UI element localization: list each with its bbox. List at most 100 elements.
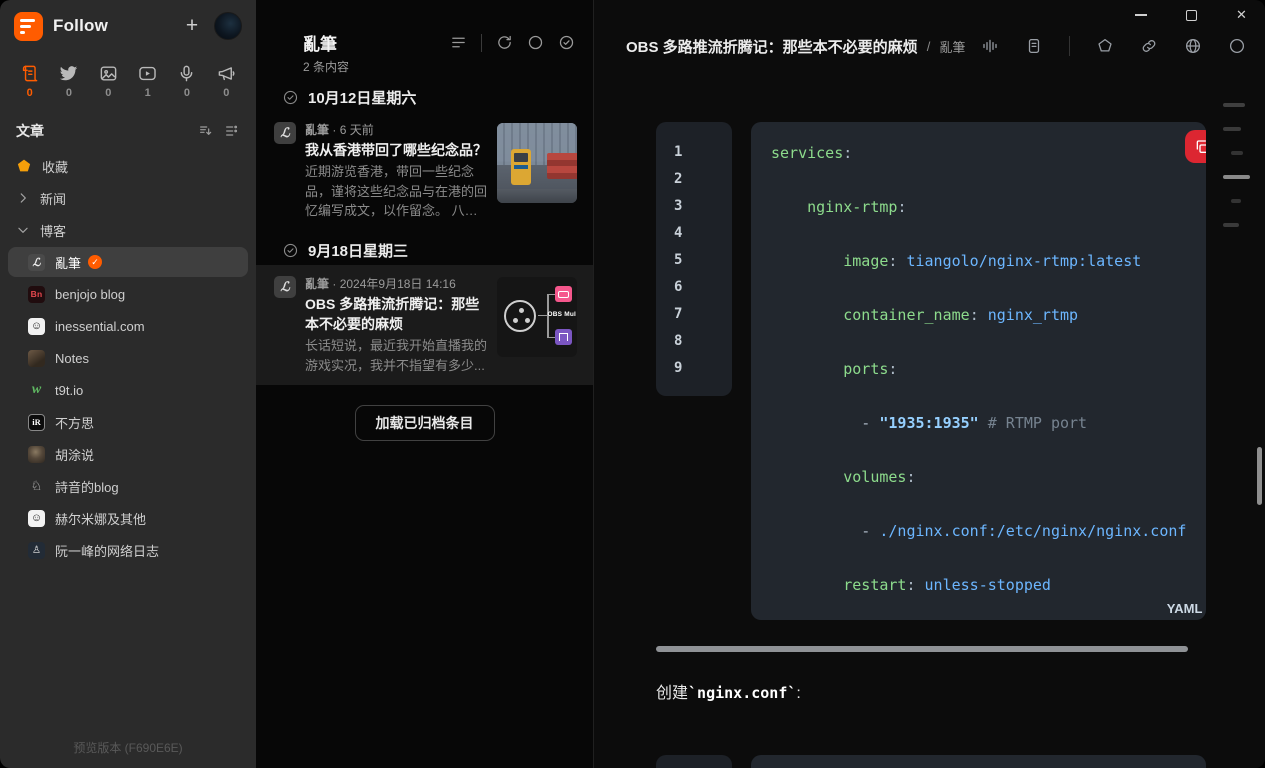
close-button[interactable]: ✕ <box>1216 0 1265 30</box>
category-count: 0 <box>105 87 111 99</box>
sidebar-feed-hermina[interactable]: ☺ 赫尔米娜及其他 <box>8 503 248 533</box>
entry-item-obs[interactable]: ℒ 亂筆 · 2024年9月18日 14:16 OBS 多路推流折腾记：那些本不… <box>256 265 593 386</box>
entry-excerpt: 近期游览香港，带回一些纪念品，谨将这些纪念品与在港的回忆编写成文，以作留念。 八… <box>305 162 488 221</box>
follow-logo-icon <box>14 12 43 41</box>
entry-title: OBS 多路推流折腾记：那些本不必要的麻烦 <box>305 294 488 335</box>
bilibili-icon <box>555 286 572 302</box>
user-avatar[interactable] <box>214 12 242 40</box>
code-line: ports: <box>771 342 1186 396</box>
toc-item-active[interactable] <box>1223 175 1250 179</box>
date-group-header: 10月12日星期六 <box>256 85 593 109</box>
divider <box>1069 36 1070 56</box>
entry-meta: 亂筆 · 6 天前 <box>305 121 488 138</box>
entry-feed-icon: ℒ <box>274 276 296 298</box>
breadcrumb-feed[interactable]: 亂筆 <box>939 37 965 56</box>
unread-circle-icon[interactable] <box>527 34 544 51</box>
sidebar-feed-inessential[interactable]: ☺ inessential.com <box>8 311 248 341</box>
pentagon-star-icon <box>16 158 32 174</box>
mark-all-read-icon[interactable] <box>558 34 575 51</box>
toc-item[interactable] <box>1223 103 1245 107</box>
sidebar-feed-shiin[interactable]: ♘ 詩音的blog <box>8 471 248 501</box>
copy-link-icon[interactable] <box>1140 37 1158 55</box>
divider <box>481 34 482 52</box>
category-count: 0 <box>223 87 229 99</box>
code-language-label: YAML <box>1167 601 1203 616</box>
horizontal-scrollbar[interactable] <box>656 646 1188 652</box>
category-social[interactable]: 0 <box>49 60 88 103</box>
feed-favicon: ♙ <box>28 542 45 559</box>
sidebar-feed-luanbi[interactable]: ℒ 亂筆 ✓ <box>8 247 248 277</box>
feed-favicon: ☺ <box>28 510 45 527</box>
sidebar-header: Follow + <box>0 0 256 52</box>
code-line-numbers: 1 2 3 4 5 6 7 8 9 <box>656 122 732 396</box>
sort-icon[interactable] <box>198 123 214 139</box>
code-line: - "1935:1935" # RTMP port <box>771 396 1186 450</box>
window-controls: ✕ <box>1116 0 1265 30</box>
paragraph: 创建`nginx.conf`: <box>656 679 1206 703</box>
group-order-icon[interactable] <box>224 123 240 139</box>
app-name: Follow <box>53 16 108 36</box>
code-line: - ./nginx.conf:/etc/nginx/nginx.conf <box>771 504 1186 558</box>
category-count: 1 <box>145 87 151 99</box>
category-notification[interactable]: 0 <box>207 60 246 103</box>
feed-title: 亂筆 <box>303 30 349 55</box>
category-count: 0 <box>27 87 33 99</box>
sidebar-feed-notes[interactable]: Notes <box>8 343 248 373</box>
chevron-right-icon <box>16 191 30 205</box>
category-video[interactable]: 1 <box>128 60 167 103</box>
category-audio[interactable]: 0 <box>167 60 206 103</box>
tts-waveform-icon[interactable] <box>981 37 999 55</box>
inline-code: `nginx.conf` <box>688 684 796 702</box>
code-panel: services: nginx-rtmp: image: tiangolo/ng… <box>751 122 1206 620</box>
sidebar-feed-ruanyifeng[interactable]: ♙ 阮一峰的网络日志 <box>8 535 248 565</box>
category-picture[interactable]: 0 <box>89 60 128 103</box>
check-circle-icon[interactable] <box>282 89 299 106</box>
sidebar-item-favorites[interactable]: 收藏 <box>8 151 248 181</box>
sidebar-feed-hutushuo[interactable]: 胡涂说 <box>8 439 248 469</box>
vertical-scrollbar[interactable] <box>1257 447 1262 505</box>
toc-item[interactable] <box>1231 151 1243 155</box>
section-title: 文章 <box>16 121 188 141</box>
section-header: 文章 <box>0 107 256 147</box>
view-options-icon[interactable] <box>450 34 467 51</box>
toc-item[interactable] <box>1223 223 1239 227</box>
version-label: 预览版本 (F690E6E) <box>0 739 256 756</box>
readability-doc-icon[interactable] <box>1025 37 1043 55</box>
entry-item-hongkong[interactable]: ℒ 亂筆 · 6 天前 我从香港带回了哪些纪念品？ 近期游览香港，带回一些纪念品… <box>256 111 593 231</box>
add-subscription-button[interactable]: + <box>178 14 206 38</box>
feed-list: 收藏 新闻 博客 ℒ 亂筆 ✓ Bn benjojo blog ☺ inesse <box>0 147 256 569</box>
code-line: volumes: <box>771 450 1186 504</box>
open-in-browser-globe-icon[interactable] <box>1184 37 1202 55</box>
copy-code-button[interactable] <box>1185 130 1206 163</box>
refresh-icon[interactable] <box>496 34 513 51</box>
microphone-icon <box>177 64 196 83</box>
entry-list-column: 亂筆 2 条内容 10月12日星期六 ℒ 亂筆 · 6 天前 我从香港带回了哪些… <box>256 0 593 768</box>
article-content: 1 2 3 4 5 6 7 8 9 services: nginx-rtmp: <box>594 62 1265 768</box>
minimize-button[interactable] <box>1116 0 1166 30</box>
check-circle-icon[interactable] <box>282 242 299 259</box>
category-article[interactable]: 0 <box>10 60 49 103</box>
toc-item[interactable] <box>1223 127 1241 131</box>
twitch-icon <box>555 329 572 345</box>
entry-thumbnail-hongkong-photo <box>497 123 577 203</box>
picture-icon <box>99 64 118 83</box>
sidebar-feed-bufangsi[interactable]: iR 不方思 <box>8 407 248 437</box>
twitter-icon <box>59 64 78 83</box>
category-tabs: 0 0 0 1 0 0 <box>0 52 256 107</box>
toc-indicator <box>1223 103 1253 247</box>
feed-favicon: w <box>28 382 45 399</box>
maximize-button[interactable] <box>1166 0 1216 30</box>
mark-read-circle-icon[interactable] <box>1228 37 1246 55</box>
feed-favicon: ℒ <box>28 254 45 271</box>
sidebar-feed-benjojo[interactable]: Bn benjojo blog <box>8 279 248 309</box>
sidebar-folder-blog[interactable]: 博客 <box>8 215 248 245</box>
article-title: OBS 多路推流折腾记：那些本不必要的麻烦 <box>626 36 918 57</box>
load-archived-button[interactable]: 加载已归档条目 <box>355 405 495 441</box>
code-line: services: <box>771 126 1186 180</box>
toc-item[interactable] <box>1231 199 1241 203</box>
entry-title: 我从香港带回了哪些纪念品？ <box>305 140 488 160</box>
star-pentagon-icon[interactable] <box>1096 37 1114 55</box>
sidebar-folder-news[interactable]: 新闻 <box>8 183 248 213</box>
sidebar-feed-t9t[interactable]: w t9t.io <box>8 375 248 405</box>
entry-thumbnail-obs-diagram: OBS Mul <box>497 277 577 357</box>
